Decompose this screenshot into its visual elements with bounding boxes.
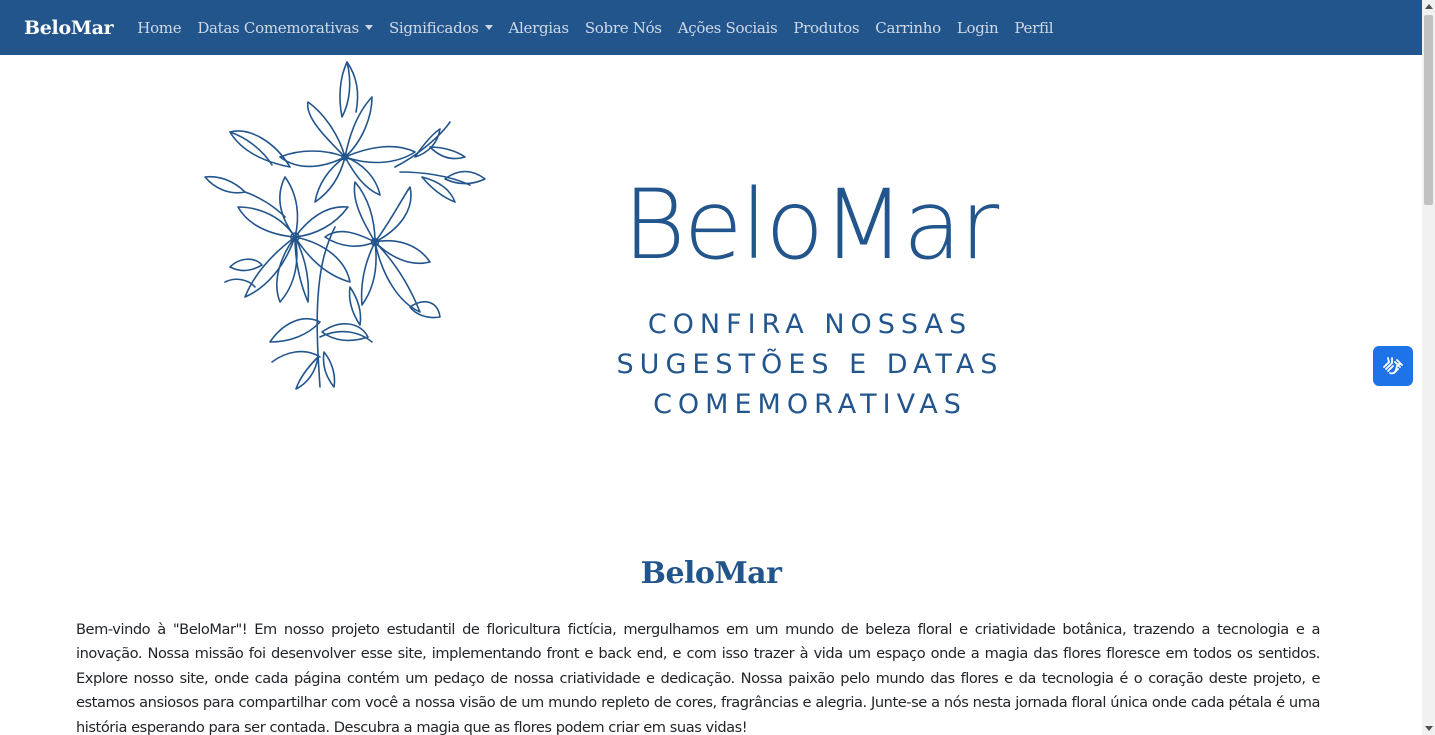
nav-home-label: Home: [137, 18, 182, 37]
nav-links: Home Datas Comemorativas Significados Al…: [137, 19, 1069, 37]
scrollbar-thumb[interactable]: [1424, 15, 1433, 205]
lily-flowers-illustration: [204, 61, 486, 390]
about-text: Bem-vindo à "BeloMar"! Em nosso projeto …: [76, 621, 1320, 735]
brand-link[interactable]: BeloMar: [24, 17, 114, 39]
nav-alergias[interactable]: Alergias: [508, 18, 570, 37]
hero-subtitle-line-1: CONFIRA NOSSAS: [647, 309, 973, 340]
nav-login-label: Login: [956, 18, 999, 37]
nav-home[interactable]: Home: [137, 19, 181, 37]
nav-carrinho[interactable]: Carrinho: [875, 19, 941, 37]
nav-produtos-label: Produtos: [793, 18, 860, 37]
scroll-up-arrow-icon[interactable]: [1425, 4, 1433, 9]
accessibility-button[interactable]: [1373, 346, 1413, 386]
nav-perfil[interactable]: Perfil: [1014, 19, 1053, 37]
hero-subtitle-line-3: COMEMORATIVAS: [653, 389, 967, 420]
hero-subtitle-line-2: SUGESTÕES E DATAS: [616, 349, 1004, 380]
nav-significados-label: Significados: [388, 18, 479, 37]
nav-datas-label: Datas Comemorativas: [197, 18, 359, 37]
caret-down-icon: [484, 25, 493, 30]
nav-carrinho-label: Carrinho: [875, 18, 941, 37]
scroll-down-arrow-icon[interactable]: [1425, 726, 1433, 731]
vertical-scrollbar[interactable]: [1422, 0, 1435, 735]
nav-login[interactable]: Login: [957, 19, 999, 37]
nav-alergias-label: Alergias: [508, 18, 570, 37]
nav-sobre-nos[interactable]: Sobre Nós: [585, 19, 662, 37]
hero-title: BeloMar: [622, 169, 999, 281]
nav-acoes-label: Ações Sociais: [677, 18, 778, 37]
hero-subtitle: CONFIRA NOSSAS SUGESTÕES E DATAS COMEMOR…: [560, 305, 1060, 425]
nav-acoes-sociais[interactable]: Ações Sociais: [678, 19, 778, 37]
top-navbar: BeloMar Home Datas Comemorativas Signifi…: [0, 0, 1422, 55]
nav-significados-dropdown[interactable]: Significados: [389, 19, 493, 37]
sign-language-hands-icon: [1383, 357, 1403, 375]
about-title: BeloMar: [640, 556, 782, 591]
caret-down-icon: [364, 25, 373, 30]
nav-datas-comemorativas-dropdown[interactable]: Datas Comemorativas: [197, 19, 373, 37]
nav-perfil-label: Perfil: [1014, 18, 1054, 37]
nav-produtos[interactable]: Produtos: [793, 19, 859, 37]
nav-sobre-label: Sobre Nós: [584, 18, 662, 37]
